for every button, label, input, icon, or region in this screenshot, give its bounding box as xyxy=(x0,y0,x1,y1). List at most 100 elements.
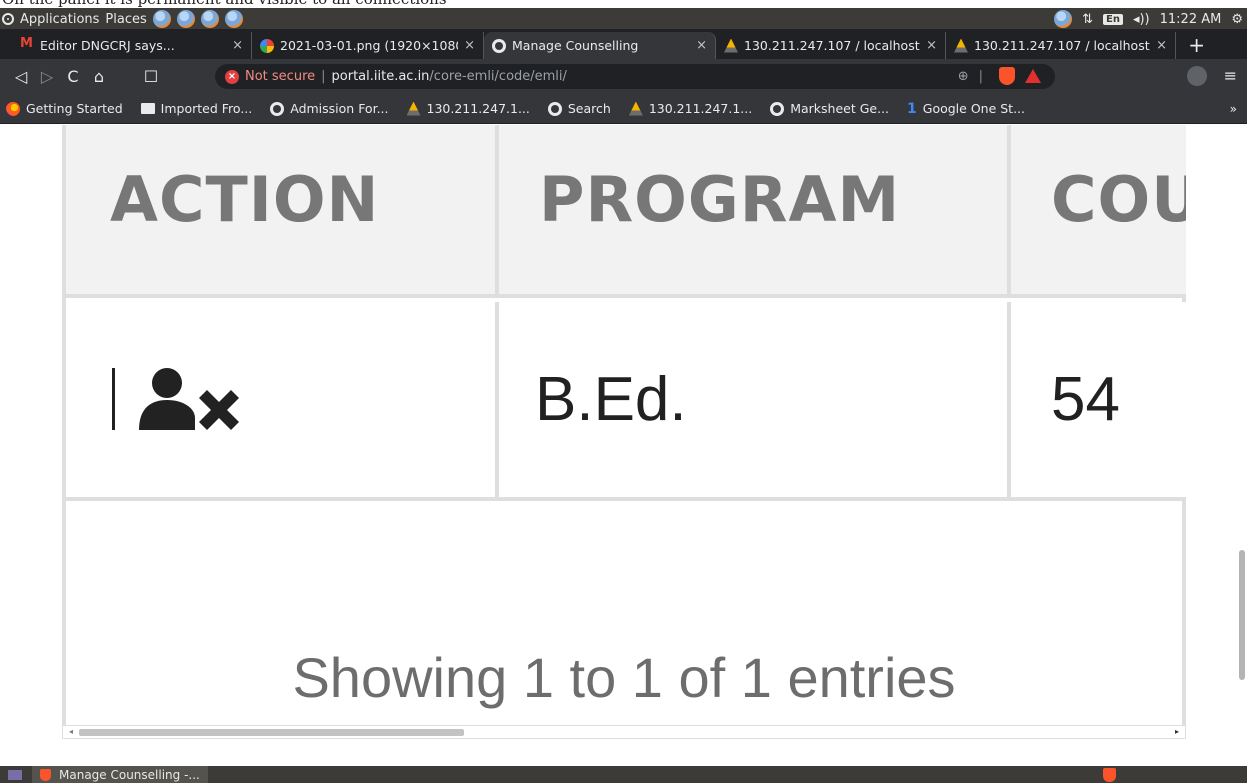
browser-launcher-icon[interactable] xyxy=(200,10,219,28)
close-icon[interactable]: × xyxy=(696,38,707,53)
url-path: /core-emli/code/emli/ xyxy=(429,69,567,84)
user-remove-icon[interactable] xyxy=(137,368,243,430)
bookmark-item[interactable]: Admission For... xyxy=(270,101,389,116)
tab-title: 130.211.247.107 / localhost xyxy=(744,38,920,53)
close-icon[interactable]: × xyxy=(926,38,937,53)
profile-avatar[interactable] xyxy=(1187,66,1207,86)
forward-button[interactable]: ▷ xyxy=(34,67,60,86)
scroll-thumb[interactable] xyxy=(1239,550,1245,680)
close-icon[interactable]: × xyxy=(1156,38,1167,53)
scroll-right-arrow[interactable]: ▸ xyxy=(1175,727,1179,736)
program-value: B.Ed. xyxy=(535,365,687,434)
system-top-panel: Applications Places ⇅ En ◂)) 11:22 AM ⚙ xyxy=(0,8,1247,29)
globe-icon xyxy=(270,101,285,116)
browser-launcher-icon[interactable] xyxy=(176,10,195,28)
tab-manage-counselling[interactable]: Manage Counselling × xyxy=(484,32,716,59)
bookmark-item[interactable]: 130.211.247.1... xyxy=(406,101,530,116)
horizontal-scrollbar[interactable]: ◂ ▸ xyxy=(62,725,1186,739)
tab-phpmyadmin-1[interactable]: 130.211.247.107 / localhost × xyxy=(716,32,946,59)
keyboard-language[interactable]: En xyxy=(1103,13,1123,25)
volume-icon[interactable]: ◂)) xyxy=(1133,12,1150,27)
close-icon[interactable]: × xyxy=(232,38,243,53)
bookmark-label: 130.211.247.1... xyxy=(648,101,753,116)
column-header[interactable]: ACTION xyxy=(110,163,379,236)
column-header[interactable]: PROGRAM xyxy=(539,163,900,236)
brave-tray-icon[interactable] xyxy=(1103,768,1116,782)
header-cell-count[interactable]: COU xyxy=(1011,125,1186,294)
places-menu[interactable]: Places xyxy=(105,12,146,27)
bookmark-item[interactable]: Getting Started xyxy=(6,101,123,116)
url-separator: | xyxy=(978,68,983,84)
clock[interactable]: 11:22 AM xyxy=(1160,12,1222,27)
reload-button[interactable]: C xyxy=(60,67,86,86)
bookmark-button[interactable]: ☐ xyxy=(138,67,164,86)
count-value: 54 xyxy=(1051,365,1120,434)
table-row: B.Ed. 54 xyxy=(66,302,1186,501)
bookmark-item[interactable]: Marksheet Ge... xyxy=(770,101,889,116)
table-info: Showing 1 to 1 of 1 entries xyxy=(292,646,956,709)
applications-icon xyxy=(2,13,14,25)
home-button[interactable]: ⌂ xyxy=(86,67,112,86)
bookmark-item[interactable]: Search xyxy=(547,101,611,116)
column-header[interactable]: COU xyxy=(1051,163,1186,236)
vertical-scrollbar[interactable] xyxy=(1237,125,1247,766)
address-bar[interactable]: × Not secure | portal.iite.ac.in /core-e… xyxy=(215,64,1055,89)
bookmark-label: Google One St... xyxy=(922,101,1025,116)
bookmark-item[interactable]: 1 Google One St... xyxy=(907,101,1025,117)
taskbar-window-title: Manage Counselling -... xyxy=(59,767,200,782)
table-cell-action xyxy=(66,302,499,497)
taskbar-window-button[interactable]: Manage Counselling -... xyxy=(32,766,208,783)
globe-icon xyxy=(770,101,785,116)
security-status[interactable]: Not secure xyxy=(245,69,315,84)
bookmarks-overflow-button[interactable]: » xyxy=(1230,102,1237,116)
header-cell-action[interactable]: ACTION xyxy=(66,125,499,294)
applications-menu[interactable]: Applications xyxy=(20,12,99,27)
bookmark-label: Imported Fro... xyxy=(160,101,253,116)
browser-tray-icon[interactable] xyxy=(1054,10,1073,28)
firefox-icon xyxy=(6,101,20,116)
settings-gear-icon[interactable]: ⚙ xyxy=(1231,12,1243,27)
zoom-icon[interactable]: ⊕ xyxy=(958,69,969,84)
bookmark-label: Admission For... xyxy=(290,101,389,116)
bookmark-folder[interactable]: Imported Fro... xyxy=(140,101,253,116)
action-separator xyxy=(112,368,115,430)
google-one-icon: 1 xyxy=(907,100,917,117)
tab-image[interactable]: 2021-03-01.png (1920×1080) × xyxy=(252,32,484,59)
clipped-text: On the panel it is permanent and visible… xyxy=(2,0,447,8)
header-cell-program[interactable]: PROGRAM xyxy=(499,125,1011,294)
back-button[interactable]: ◁ xyxy=(8,67,34,86)
url-host: portal.iite.ac.in xyxy=(331,69,430,84)
page-bottom-space xyxy=(0,739,1237,766)
menu-button[interactable]: ≡ xyxy=(1224,66,1237,85)
browser-toolbar: ◁ ▷ C ⌂ ☐ × Not secure | portal.iite.ac.… xyxy=(0,59,1247,94)
browser-launcher-icon[interactable] xyxy=(152,10,171,28)
url-separator: | xyxy=(321,69,326,84)
not-secure-icon[interactable]: × xyxy=(225,69,239,84)
phpmyadmin-icon xyxy=(724,38,738,53)
network-icon[interactable]: ⇅ xyxy=(1082,12,1093,27)
tab-bar: Editor DNGCRJ says... × 2021-03-01.png (… xyxy=(0,29,1247,59)
tab-gmail[interactable]: Editor DNGCRJ says... × xyxy=(12,32,252,59)
scroll-left-arrow[interactable]: ◂ xyxy=(69,727,73,736)
brave-rewards-icon[interactable] xyxy=(1025,69,1041,83)
tab-phpmyadmin-2[interactable]: 130.211.247.107 / localhost × xyxy=(946,32,1176,59)
browser-launcher-icon[interactable] xyxy=(224,10,243,28)
brave-shield-icon[interactable] xyxy=(999,67,1015,85)
new-tab-button[interactable]: + xyxy=(1188,33,1205,57)
show-desktop-icon[interactable] xyxy=(8,769,22,780)
table-info-area: Showing 1 to 1 of 1 entries xyxy=(62,505,1186,735)
table-cell-program: B.Ed. xyxy=(499,302,1011,497)
scroll-thumb[interactable] xyxy=(79,729,464,736)
photos-icon xyxy=(260,38,274,53)
phpmyadmin-icon xyxy=(954,38,968,53)
bookmark-item[interactable]: 130.211.247.1... xyxy=(628,101,753,116)
close-icon[interactable]: × xyxy=(464,38,475,53)
bookmarks-bar: Getting Started Imported Fro... Admissio… xyxy=(0,94,1247,124)
tab-title: Editor DNGCRJ says... xyxy=(40,38,175,53)
phpmyadmin-icon xyxy=(628,101,643,116)
clipped-top-text: On the panel it is permanent and visible… xyxy=(0,0,1247,8)
phpmyadmin-icon xyxy=(406,101,421,116)
folder-icon xyxy=(140,103,155,114)
globe-icon xyxy=(492,38,506,53)
tab-title: 2021-03-01.png (1920×1080) xyxy=(280,38,459,53)
